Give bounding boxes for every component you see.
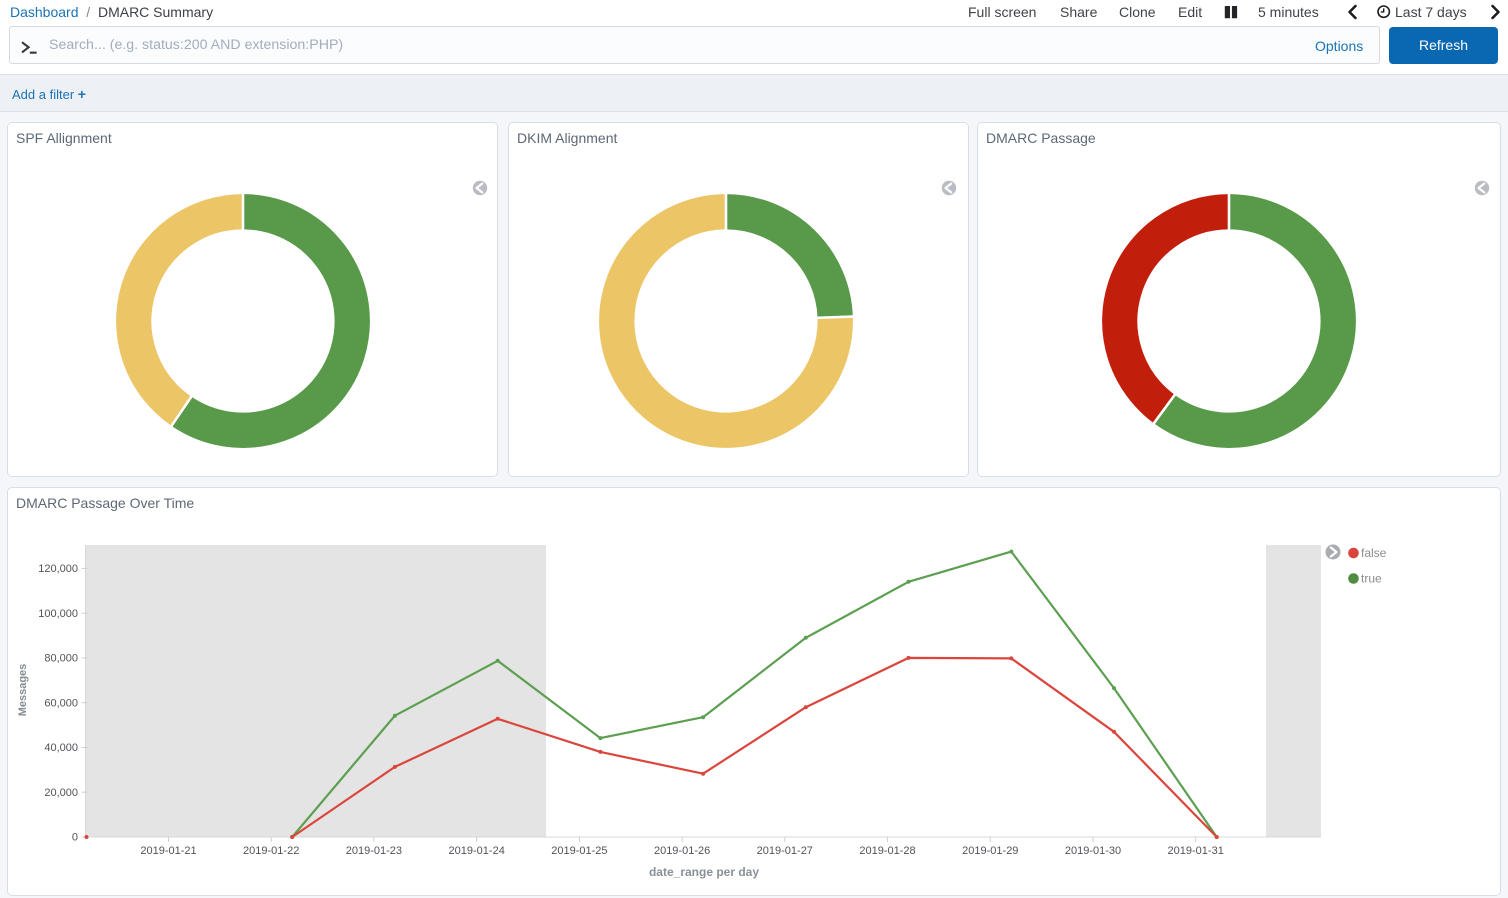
svg-text:2019-01-25: 2019-01-25 bbox=[551, 845, 607, 857]
svg-text:40,000: 40,000 bbox=[44, 742, 78, 754]
svg-text:2019-01-31: 2019-01-31 bbox=[1168, 845, 1224, 857]
svg-text:Messages: Messages bbox=[17, 664, 29, 717]
svg-text:2019-01-21: 2019-01-21 bbox=[140, 845, 196, 857]
svg-text:60,000: 60,000 bbox=[44, 697, 78, 709]
svg-text:2019-01-27: 2019-01-27 bbox=[757, 845, 813, 857]
svg-text:2019-01-26: 2019-01-26 bbox=[654, 845, 710, 857]
svg-text:2019-01-30: 2019-01-30 bbox=[1065, 845, 1121, 857]
svg-text:2019-01-24: 2019-01-24 bbox=[449, 845, 505, 857]
svg-text:80,000: 80,000 bbox=[44, 653, 78, 665]
svg-text:2019-01-29: 2019-01-29 bbox=[962, 845, 1018, 857]
svg-text:true: true bbox=[1361, 572, 1382, 586]
svg-text:100,000: 100,000 bbox=[38, 608, 78, 620]
svg-text:120,000: 120,000 bbox=[38, 563, 78, 575]
svg-text:20,000: 20,000 bbox=[44, 787, 78, 799]
svg-text:2019-01-28: 2019-01-28 bbox=[859, 845, 915, 857]
svg-text:0: 0 bbox=[72, 832, 78, 844]
svg-text:2019-01-22: 2019-01-22 bbox=[243, 845, 299, 857]
svg-text:2019-01-23: 2019-01-23 bbox=[346, 845, 402, 857]
svg-text:date_range per day: date_range per day bbox=[649, 865, 759, 879]
svg-text:false: false bbox=[1361, 546, 1387, 560]
